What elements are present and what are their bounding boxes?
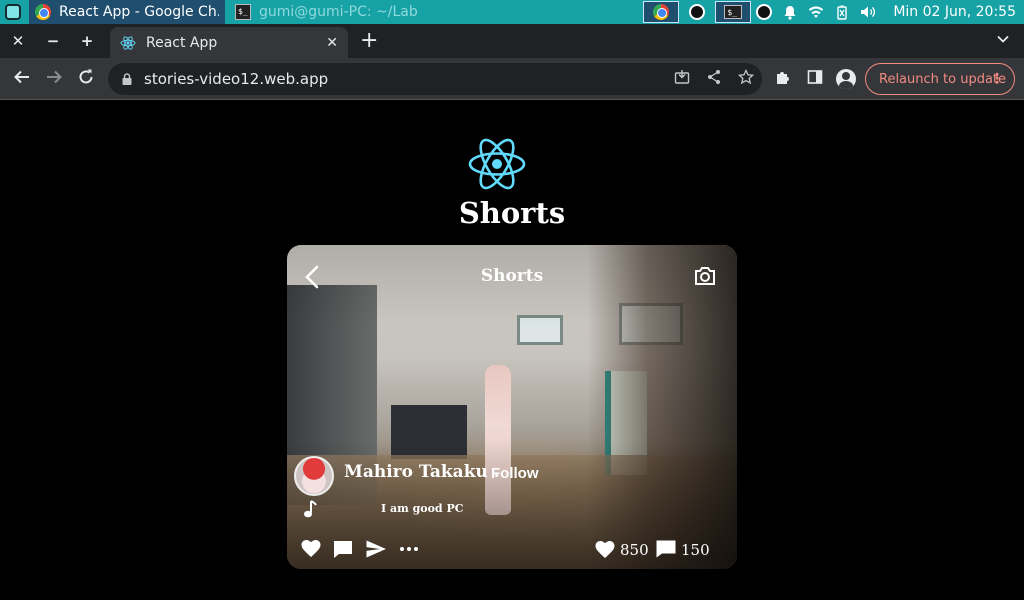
music-note-icon: [304, 500, 317, 518]
taskbar-task-label: gumi@gumi-PC: ~/Lab...: [259, 4, 419, 20]
short-video-card[interactable]: Shorts Mahiro Takaku . Follow I am good …: [287, 245, 737, 569]
forward-arrow-icon[interactable]: [42, 67, 66, 91]
page-content: Shorts Shorts Mahiro Takaku . Follow I a…: [0, 101, 1024, 600]
likes-heart-icon[interactable]: [594, 539, 616, 559]
tray-chrome[interactable]: [643, 1, 680, 23]
notification-bell-icon[interactable]: [782, 4, 798, 20]
more-options-icon[interactable]: ⋮: [990, 71, 1004, 87]
reload-icon[interactable]: [74, 67, 98, 91]
terminal-icon: $_: [724, 5, 743, 19]
comments-count: 150: [681, 541, 710, 559]
tab-strip: ✕ − + React App ✕ +: [0, 24, 1024, 58]
chrome-icon: [653, 4, 670, 20]
username[interactable]: Mahiro Takaku .: [344, 462, 500, 482]
relaunch-to-update-button[interactable]: Relaunch to update ⋮: [865, 63, 1015, 95]
extensions-puzzle-icon[interactable]: [773, 69, 793, 89]
react-logo-icon: [468, 138, 526, 190]
comment-icon[interactable]: [332, 538, 354, 560]
relaunch-label: Relaunch to update: [879, 71, 1007, 87]
lock-icon[interactable]: [120, 72, 134, 86]
minimize-window-icon[interactable]: −: [43, 31, 63, 51]
bookmark-star-icon[interactable]: [730, 68, 762, 89]
taskbar-task-label: React App - Google Ch...: [59, 4, 219, 20]
battery-icon[interactable]: [834, 4, 850, 20]
video-caption: I am good PC: [381, 502, 464, 515]
follow-button[interactable]: Follow: [491, 465, 539, 482]
likes-count: 850: [620, 541, 649, 559]
clock[interactable]: Min 02 Jun, 20:55: [893, 4, 1016, 20]
close-window-icon[interactable]: ✕: [8, 31, 28, 51]
wifi-icon[interactable]: [808, 4, 824, 20]
taskbar-task-chrome[interactable]: React App - Google Ch...: [29, 0, 225, 24]
app-launcher-icon[interactable]: [5, 4, 21, 20]
app-circle-icon: [689, 4, 706, 20]
maximize-window-icon[interactable]: +: [77, 31, 97, 51]
tab-react-app[interactable]: React App ✕: [110, 27, 348, 58]
card-title: Shorts: [480, 266, 544, 286]
chrome-icon: [35, 4, 51, 20]
volume-icon[interactable]: [860, 4, 876, 20]
tab-title: React App: [146, 34, 218, 51]
page-title: Shorts: [458, 196, 566, 230]
profile-avatar-icon[interactable]: [836, 69, 856, 89]
new-tab-icon[interactable]: +: [360, 30, 378, 52]
app-circle-icon: [756, 4, 773, 20]
comments-icon[interactable]: [655, 539, 677, 559]
address-bar[interactable]: stories-video12.web.app: [108, 63, 762, 95]
os-taskbar: React App - Google Ch... $_ gumi@gumi-PC…: [0, 0, 1024, 24]
install-app-icon[interactable]: [666, 69, 698, 89]
tray-app[interactable]: [679, 1, 715, 23]
system-tray: $_ Min 02 Jun, 20:55: [643, 0, 1024, 24]
more-options-icon[interactable]: [398, 538, 420, 560]
camera-icon[interactable]: [693, 265, 717, 287]
browser-toolbar: stories-video12.web.app Relaunch to upda…: [0, 58, 1024, 100]
back-arrow-icon[interactable]: [10, 67, 34, 91]
react-favicon-icon: [120, 35, 136, 50]
share-send-icon[interactable]: [365, 538, 387, 560]
taskbar-task-terminal[interactable]: $_ gumi@gumi-PC: ~/Lab...: [229, 0, 425, 24]
share-icon[interactable]: [698, 69, 730, 89]
tab-search-chevron-icon[interactable]: [996, 32, 1010, 48]
like-heart-icon[interactable]: [300, 538, 322, 560]
side-panel-icon[interactable]: [805, 69, 825, 89]
tray-app-icon[interactable]: [756, 4, 773, 20]
close-tab-icon[interactable]: ✕: [326, 35, 338, 51]
terminal-icon: $_: [235, 4, 251, 20]
tray-terminal[interactable]: $_: [715, 1, 752, 23]
avatar[interactable]: [294, 456, 334, 496]
url-text[interactable]: stories-video12.web.app: [144, 70, 666, 88]
